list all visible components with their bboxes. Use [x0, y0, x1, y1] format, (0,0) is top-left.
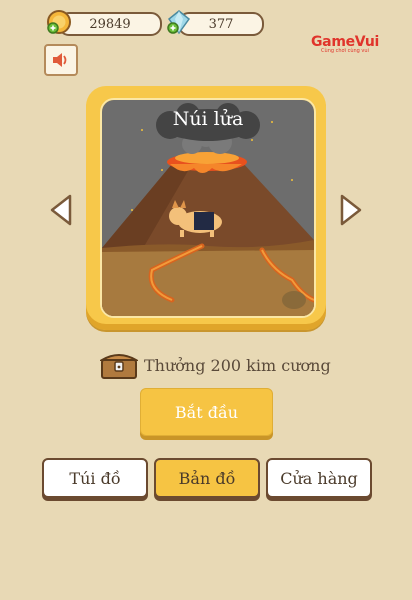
reward-row: Thưởng 200 kim cương — [100, 350, 331, 380]
gold-coin-plus-icon[interactable] — [46, 9, 72, 35]
speaker-icon — [53, 53, 67, 67]
shop-button[interactable]: Cửa hàng — [266, 458, 372, 498]
level-title: Núi lửa — [172, 108, 244, 130]
gold-value: 29849 — [89, 16, 131, 32]
reward-label: Thưởng 200 kim cương — [144, 355, 331, 375]
next-arrow-icon[interactable] — [338, 193, 364, 227]
treasure-chest-icon — [100, 354, 138, 379]
inventory-button[interactable]: Túi đồ — [42, 458, 148, 498]
gamevui-logo[interactable]: GameVui Cùng chơi cùng vui — [300, 34, 390, 60]
diamond-plus-icon[interactable] — [166, 9, 192, 35]
gold-counter: 29849 — [58, 12, 162, 36]
previous-arrow-icon[interactable] — [48, 193, 74, 227]
start-button[interactable]: Bắt đầu — [140, 388, 273, 436]
map-button[interactable]: Bản đồ — [154, 458, 260, 498]
sound-button[interactable] — [44, 44, 78, 76]
diamond-value: 377 — [208, 16, 234, 32]
